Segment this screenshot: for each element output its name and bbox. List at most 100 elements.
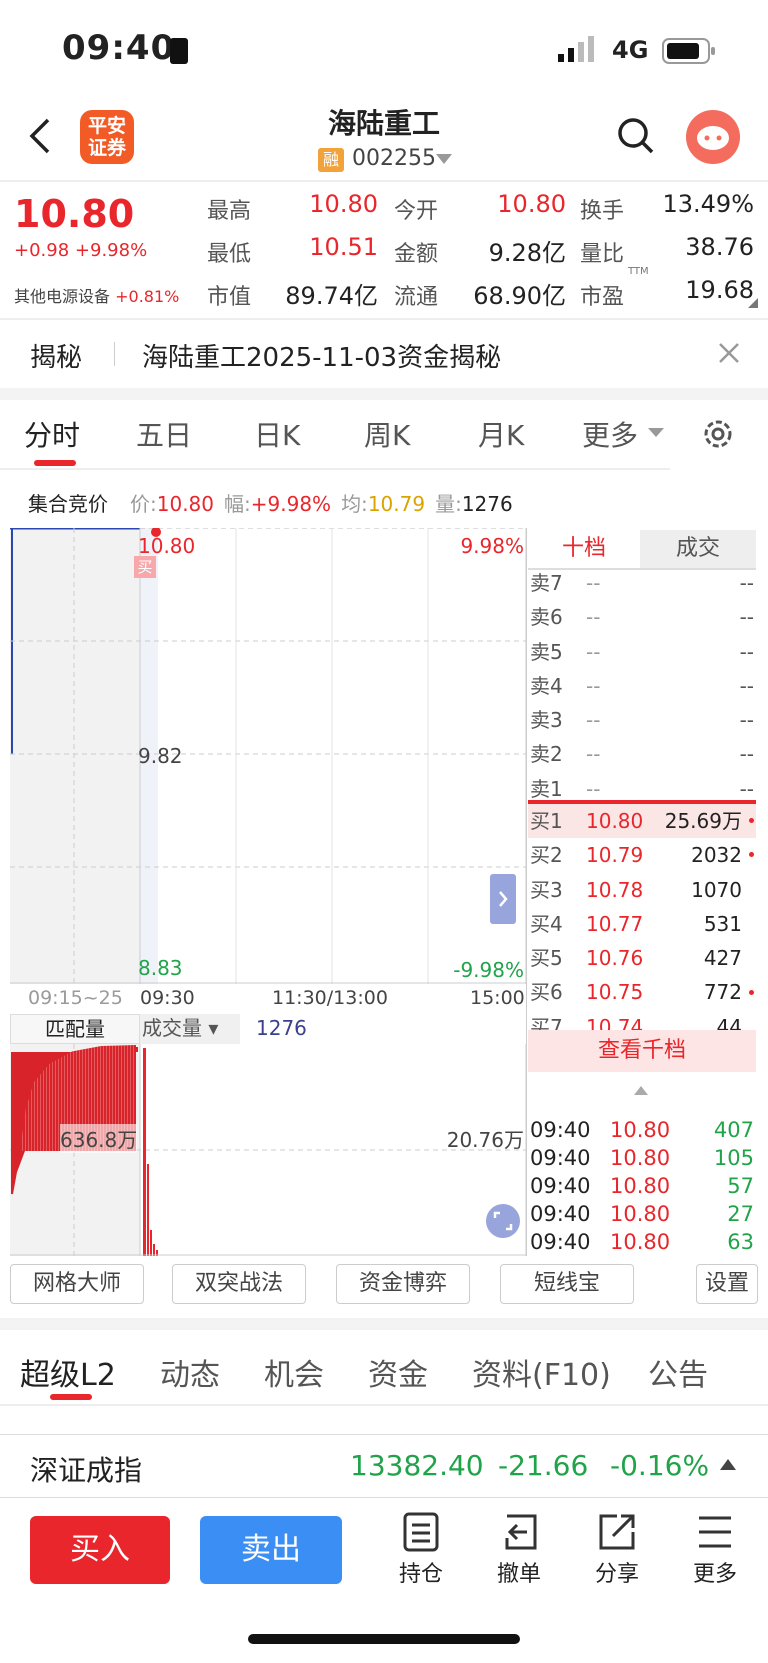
bid-volume: 25.69万 [664, 809, 742, 833]
ask-level: 卖2 [530, 742, 563, 767]
close-icon[interactable] [716, 340, 742, 366]
ask-price: -- [586, 673, 601, 698]
stat-value: 38.76 [685, 233, 754, 261]
bid-level: 买5 [530, 946, 563, 971]
lock-screen-icon [170, 38, 188, 64]
stat-value: 9.28亿 [488, 239, 566, 267]
caret-up-icon[interactable] [634, 1086, 648, 1095]
x-label: 09:30 [140, 987, 195, 1009]
caret-down-icon [648, 428, 664, 437]
tab-dynamic[interactable]: 动态 [160, 1350, 220, 1394]
expand-panel-icon[interactable] [490, 874, 516, 924]
home-indicator [248, 1634, 520, 1644]
tab-more[interactable]: 更多 [582, 414, 638, 454]
ask-volume: -- [739, 571, 754, 595]
ttm-sup: TTM [628, 266, 649, 277]
sell-button[interactable]: 卖出 [200, 1516, 342, 1584]
caret-up-icon[interactable] [720, 1459, 736, 1470]
tab-trades[interactable]: 成交 [640, 530, 756, 568]
tab-opportunity[interactable]: 机会 [264, 1350, 324, 1394]
stat-label: 市盈 [580, 285, 625, 310]
stat-value: 19.68 [685, 276, 754, 304]
signal-icon [558, 36, 598, 64]
stat-value: 68.90亿 [473, 282, 566, 310]
ask-price: -- [586, 639, 601, 664]
order-row: 卖7 -- -- [530, 566, 754, 600]
holdings-icon [403, 1512, 439, 1552]
tab-f10[interactable]: 资料(F10) [472, 1350, 611, 1394]
tool-grid-master[interactable]: 网格大师 [10, 1264, 144, 1304]
tool-short-term[interactable]: 短线宝 [500, 1264, 634, 1304]
intraday-chart[interactable] [10, 526, 527, 984]
index-change: -21.66 [498, 1449, 589, 1482]
status-time: 09:40 [62, 28, 176, 68]
tab-daily-k[interactable]: 日K [254, 414, 300, 454]
tab-ten-levels[interactable]: 十档 [528, 530, 640, 568]
index-bar[interactable]: 深证成指 13382.40 -21.66 -0.16% [0, 1434, 768, 1498]
order-row: 买4 10.77 531 [530, 907, 754, 941]
assistant-avatar[interactable] [686, 110, 740, 164]
view-thousand-levels-button[interactable]: 查看千档 [528, 1030, 756, 1072]
corner-expand-icon[interactable] [748, 298, 758, 308]
bid-volume: 772 [703, 980, 742, 1005]
cancel-order-icon [505, 1514, 537, 1550]
trade-list: 09:40 10.80 407 09:40 10.80 105 09:40 10.80 57 09… [530, 1116, 754, 1256]
share-button[interactable]: 分享 [582, 1512, 652, 1588]
bid-volume: 1070 [691, 877, 742, 902]
more-label: 更多 [692, 1562, 737, 1587]
order-row: 卖3 -- -- [530, 703, 754, 737]
trade-time: 09:40 [530, 1202, 591, 1226]
tab-weekly-k[interactable]: 周K [364, 414, 410, 454]
buy-button[interactable]: 买入 [30, 1516, 170, 1584]
battery-icon [662, 38, 716, 64]
divider [0, 180, 768, 182]
news-banner[interactable]: 揭秘 海陆重工2025-11-03资金揭秘 [0, 320, 768, 388]
bid-level: 买6 [530, 980, 563, 1005]
stat-label: 金额 [394, 242, 439, 267]
cancel-order-button[interactable]: 撤单 [484, 1512, 554, 1588]
tab-underline [50, 1394, 92, 1400]
bid-dot [749, 989, 754, 995]
sector-info[interactable]: 其他电源设备 +0.81% [14, 283, 179, 307]
bid-level: 买4 [530, 911, 563, 936]
banner-tag: 揭秘 [30, 343, 83, 373]
ask-volume: -- [739, 708, 754, 733]
section-gap [0, 1318, 768, 1330]
index-pct: -0.16% [610, 1449, 710, 1482]
stock-code[interactable]: 002255 [352, 146, 436, 171]
tool-double-breakout[interactable]: 双突战法 [172, 1264, 306, 1304]
settings-gear-icon[interactable] [700, 416, 736, 452]
search-icon[interactable] [616, 116, 656, 156]
volume-dropdown[interactable]: 成交量 ▾ [140, 1014, 240, 1044]
order-row: 卖2 -- -- [530, 737, 754, 771]
tool-fund-game[interactable]: 资金博弈 [336, 1264, 470, 1304]
ask-level: 卖4 [530, 673, 563, 698]
ask-list: 卖7 -- -- 卖6 -- -- 卖5 -- -- 卖4 -- -- 卖3 -- -- 卖2 -- -- 卖1 --… [530, 566, 754, 806]
auction-info: 集合竞价 价:10.80 幅:+9.98% 均:10.79 量:1276 [28, 492, 513, 516]
bid-price: 10.77 [586, 911, 644, 936]
tab-intraday[interactable]: 分时 [24, 414, 80, 454]
order-row: 卖6 -- -- [530, 600, 754, 634]
ask-level: 卖3 [530, 708, 563, 733]
trade-volume: 63 [727, 1230, 754, 1254]
ask-price: -- [586, 742, 601, 767]
tab-five-day[interactable]: 五日 [136, 414, 192, 454]
fullscreen-icon[interactable] [486, 1204, 520, 1238]
trade-price: 10.80 [610, 1230, 671, 1254]
tab-monthly-k[interactable]: 月K [478, 414, 524, 454]
tool-settings[interactable]: 设置 [696, 1264, 758, 1304]
tab-super-l2[interactable]: 超级L2 [20, 1350, 116, 1394]
holdings-button[interactable]: 持仓 [386, 1512, 456, 1588]
tab-announcement[interactable]: 公告 [648, 1350, 708, 1394]
caret-down-icon[interactable] [436, 154, 452, 164]
tab-fund[interactable]: 资金 [368, 1350, 428, 1394]
order-row: 买2 10.79 2032 [530, 838, 754, 872]
banner-text: 海陆重工2025-11-03资金揭秘 [142, 343, 502, 373]
trade-price: 10.80 [610, 1118, 671, 1142]
bid-list: 买1 10.80 25.69万 买2 10.79 2032 买3 10.78 1070 买4 10.… [530, 804, 754, 1034]
ask-level: 卖5 [530, 639, 563, 664]
more-button[interactable]: 更多 [680, 1512, 750, 1588]
stat-value: 10.80 [309, 190, 378, 218]
margin-badge: 融 [318, 148, 344, 172]
ask-volume: -- [739, 605, 754, 630]
